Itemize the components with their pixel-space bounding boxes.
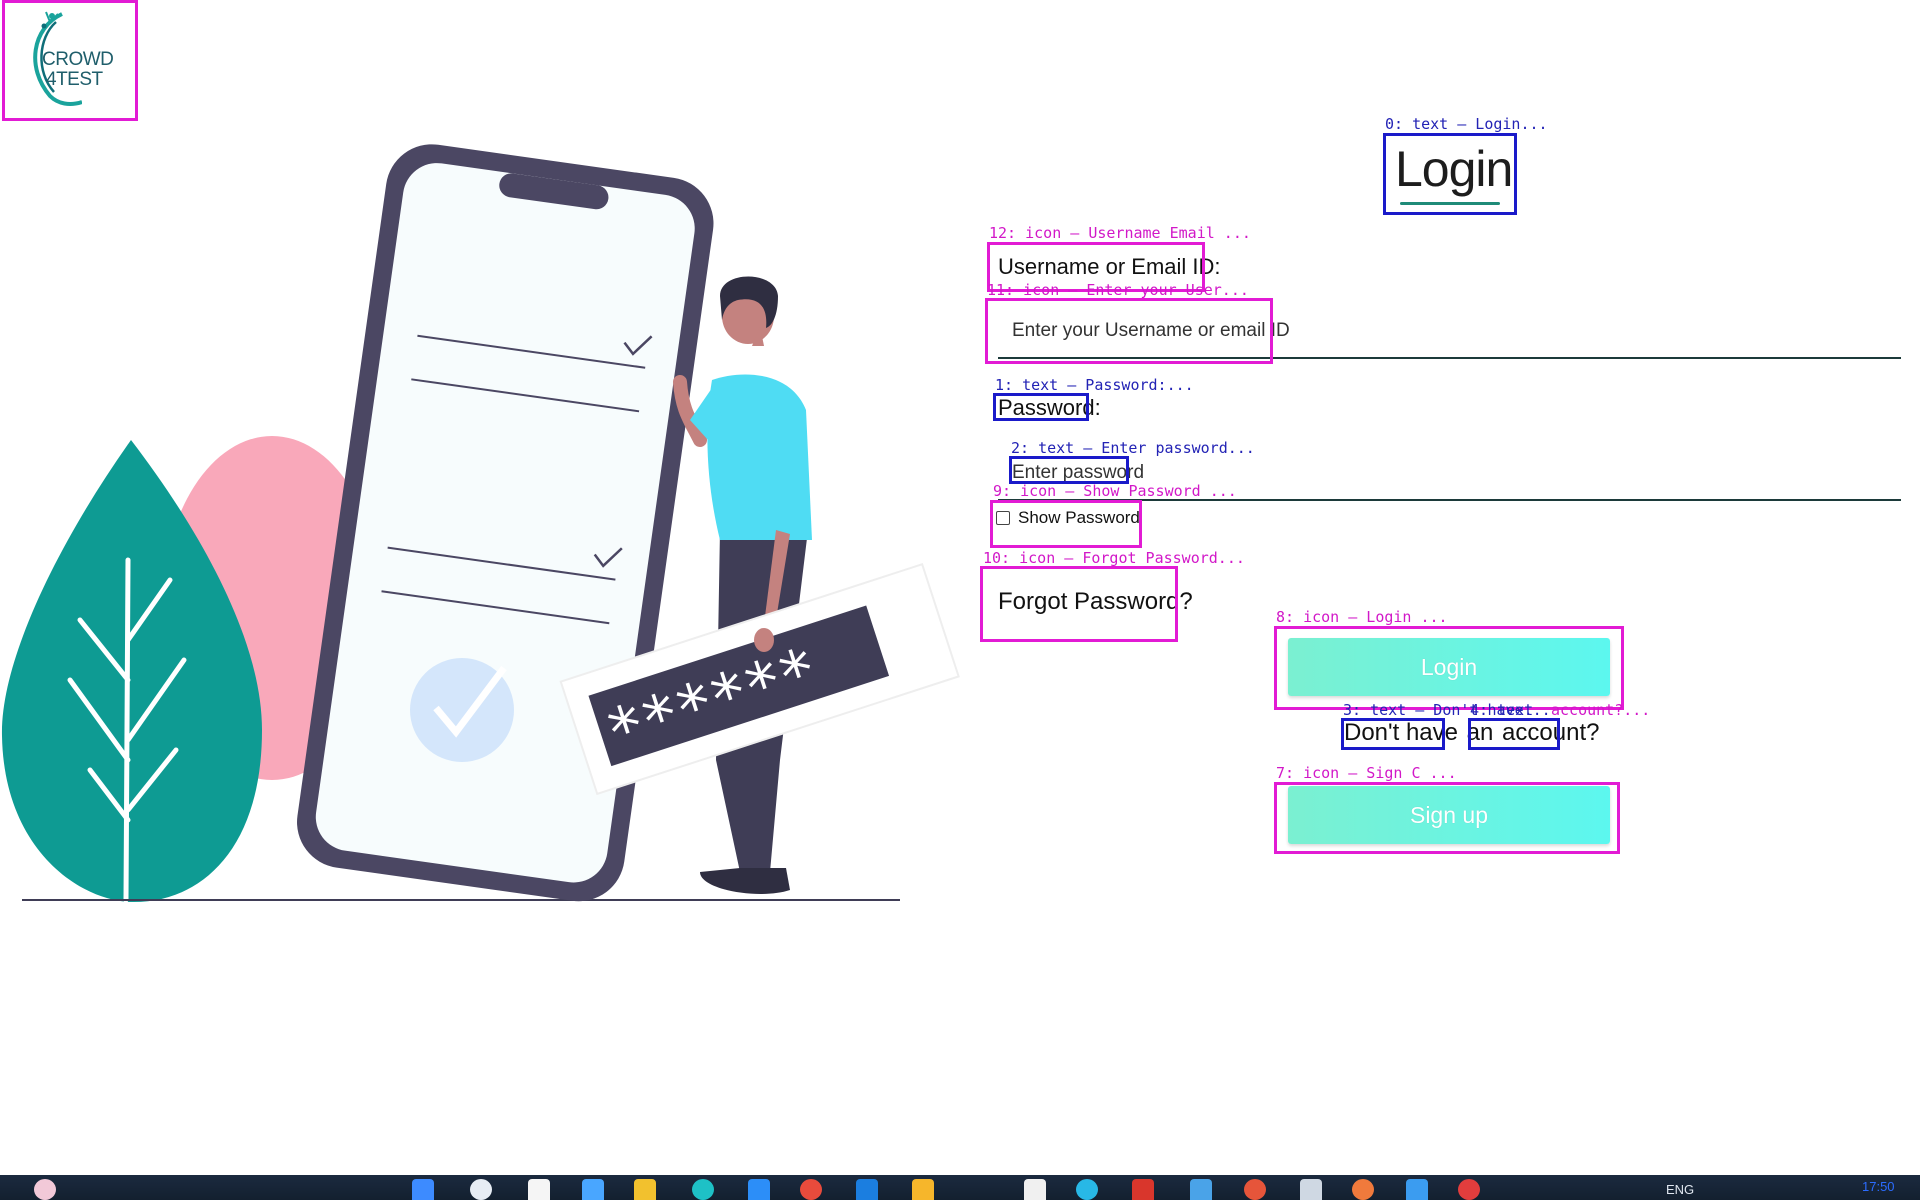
- annotation-label-12: 12: icon — Username Email ...: [989, 224, 1251, 242]
- security-illustration: ******: [1, 144, 960, 903]
- document-icon[interactable]: [1024, 1179, 1046, 1200]
- show-password-checkbox[interactable]: [996, 511, 1010, 525]
- chrome-icon[interactable]: [800, 1179, 822, 1200]
- logo-line-1: CROWD: [42, 49, 114, 70]
- login-button[interactable]: Login: [1288, 638, 1610, 696]
- start-menu-icon[interactable]: [412, 1179, 434, 1200]
- username-underline: [998, 357, 1901, 359]
- person-graphic: [673, 276, 812, 894]
- language-indicator[interactable]: ENG: [1666, 1182, 1694, 1197]
- signup-button[interactable]: Sign up: [1288, 786, 1610, 844]
- phone-graphic: [297, 144, 714, 902]
- annotation-label-5: account?...: [1551, 701, 1651, 719]
- annotation-label-9: 9: icon — Show Password ...: [993, 482, 1237, 500]
- annotation-label-10: 10: icon — Forgot Password...: [983, 549, 1245, 567]
- forgot-password-link[interactable]: Forgot Password?: [998, 588, 1193, 616]
- task-view-icon[interactable]: [528, 1179, 550, 1200]
- widgets-icon[interactable]: [582, 1179, 604, 1200]
- crowd4test-logo[interactable]: CROWD 4TEST: [4, 2, 134, 118]
- no-account-part-3: account?: [1502, 719, 1600, 746]
- annotation-label-0: 0: text — Login...: [1385, 115, 1548, 133]
- gmail-icon[interactable]: [1132, 1179, 1154, 1200]
- username-label: Username or Email ID:: [998, 254, 1221, 279]
- vscode-icon[interactable]: [1190, 1179, 1212, 1200]
- clock[interactable]: 17:50: [1862, 1179, 1895, 1194]
- login-title: Login: [1395, 141, 1513, 197]
- no-account-part-1: Don't have: [1344, 719, 1458, 746]
- annotation-label-2: 2: text — Enter password...: [1011, 439, 1255, 457]
- no-account-text: Don't have an account?: [1344, 719, 1601, 747]
- password-label: Password:: [998, 395, 1101, 420]
- app-orange-icon[interactable]: [1244, 1179, 1266, 1200]
- username-input[interactable]: [1012, 318, 1512, 344]
- app-avatar-icon[interactable]: [34, 1179, 56, 1200]
- notes-icon[interactable]: [912, 1179, 934, 1200]
- cloud-icon[interactable]: [1076, 1179, 1098, 1200]
- edge-browser-icon[interactable]: [692, 1179, 714, 1200]
- calendar-icon[interactable]: [1300, 1179, 1322, 1200]
- outlook-icon[interactable]: [1406, 1179, 1428, 1200]
- show-password-row[interactable]: Show Password: [996, 508, 1140, 528]
- annotation-label-8: 8: icon — Login ...: [1276, 608, 1448, 626]
- annotation-label-1: 1: text — Password:...: [995, 376, 1194, 394]
- firefox-icon[interactable]: [1352, 1179, 1374, 1200]
- title-underline: [1400, 202, 1500, 205]
- annotation-label-7: 7: icon — Sign C ...: [1276, 764, 1457, 782]
- windows-taskbar: ENG 17:50: [0, 1175, 1920, 1200]
- store-icon[interactable]: [748, 1179, 770, 1200]
- logo-wordmark: CROWD 4TEST: [42, 49, 114, 90]
- mail-icon[interactable]: [856, 1179, 878, 1200]
- logo-line-2: 4TEST: [46, 69, 103, 90]
- active-app-icon[interactable]: [1458, 1179, 1480, 1200]
- annotation-label-4: 4: text: [1470, 701, 1534, 719]
- show-password-label: Show Password: [1018, 508, 1140, 527]
- search-icon[interactable]: [470, 1179, 492, 1200]
- file-explorer-icon[interactable]: [634, 1179, 656, 1200]
- annotation-label-11: 11: icon — Enter your User...: [987, 281, 1249, 299]
- no-account-part-2: an: [1466, 719, 1494, 746]
- login-page: CROWD 4TEST ****** Login 0: text — Login…: [0, 0, 1920, 1200]
